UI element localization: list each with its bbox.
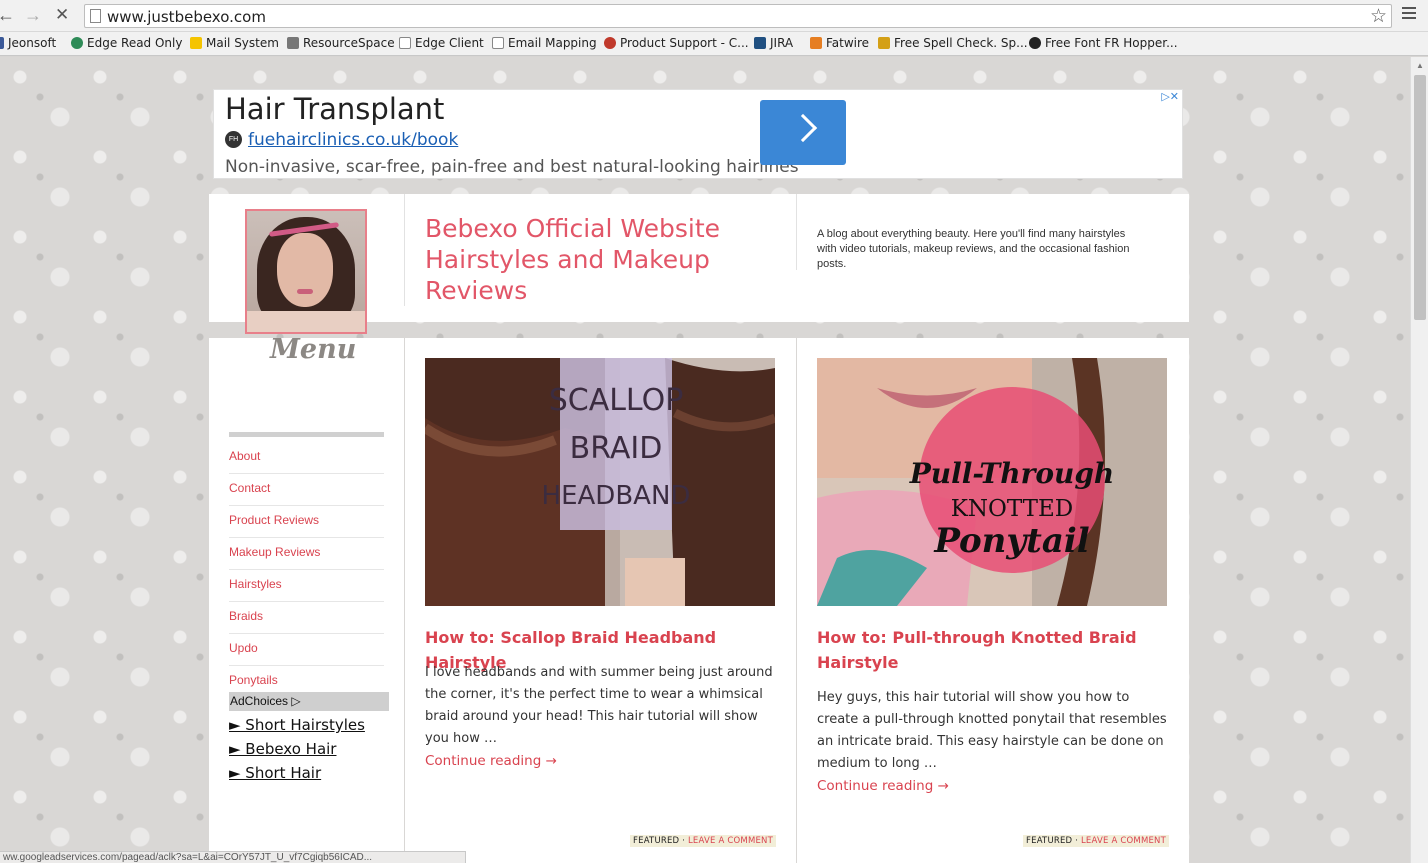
- ad-link-short-hair[interactable]: ► Short Hair: [229, 764, 321, 782]
- meta-separator: ·: [1072, 836, 1081, 846]
- status-bar: ww.googleadservices.com/pagead/aclk?sa=L…: [0, 851, 466, 863]
- post-excerpt: I love headbands and with summer being j…: [425, 665, 773, 746]
- ad-description: Non-invasive, scar-free, pain-free and b…: [225, 157, 799, 177]
- post-title[interactable]: How to: Pull-through Knotted Braid Hairs…: [817, 625, 1169, 675]
- post-thumbnail[interactable]: SCALLOP BRAID HEADBAND: [425, 358, 775, 606]
- bookmark-edge-read-only[interactable]: Edge Read Only: [71, 36, 182, 50]
- chevron-right-icon: [788, 113, 818, 143]
- sidebar-item-braids[interactable]: Braids: [229, 602, 384, 634]
- bookmark-icon: [0, 37, 4, 49]
- ad-title[interactable]: Hair Transplant: [225, 92, 444, 126]
- avatar-shoulder: [247, 311, 365, 332]
- leave-comment-link[interactable]: LEAVE A COMMENT: [688, 836, 773, 846]
- thumbnail-text-line: Pull-Through: [909, 457, 1115, 490]
- post-thumbnail[interactable]: Pull-Through KNOTTED Ponytail: [817, 358, 1167, 606]
- support-icon: [604, 37, 616, 49]
- bookmark-free-font[interactable]: Free Font FR Hopper...: [1029, 36, 1178, 50]
- post-meta: FEATURED · LEAVE A COMMENT: [1023, 835, 1169, 847]
- avatar[interactable]: [245, 209, 367, 334]
- sidebar-item-makeup-reviews[interactable]: Makeup Reviews: [229, 538, 384, 570]
- page-icon: [90, 9, 101, 23]
- continue-reading-link[interactable]: Continue reading →: [817, 778, 949, 794]
- ad-banner[interactable]: Hair Transplant FH fuehairclinics.co.uk/…: [213, 89, 1183, 179]
- bookmark-mail-system[interactable]: Mail System: [190, 36, 279, 50]
- sidebar-item-about[interactable]: About: [229, 442, 384, 474]
- bookmark-product-support[interactable]: Product Support - C...: [604, 36, 749, 50]
- fatwire-icon: [810, 37, 822, 49]
- featured-tag[interactable]: FEATURED: [633, 836, 679, 846]
- sidebar: About Contact Product Reviews Makeup Rev…: [209, 338, 404, 863]
- resource-icon: [287, 37, 299, 49]
- bookmark-star-icon[interactable]: ☆: [1370, 5, 1387, 28]
- bookmark-email-mapping[interactable]: Email Mapping: [492, 36, 597, 50]
- meta-separator: ·: [679, 836, 688, 846]
- ad-logo: FH: [225, 131, 242, 148]
- post-excerpt: Hey guys, this hair tutorial will show y…: [817, 690, 1167, 771]
- spell-check-icon: [878, 37, 890, 49]
- thumbnail-text-line: Ponytail: [933, 521, 1089, 561]
- bookmark-spell-check[interactable]: Free Spell Check. Sp...: [878, 36, 1028, 50]
- divider: [796, 194, 797, 270]
- address-bar[interactable]: www.justbebexo.com ☆: [84, 4, 1392, 28]
- thumbnail-text-line: SCALLOP: [549, 383, 684, 418]
- sidebar-item-hairstyles[interactable]: Hairstyles: [229, 570, 384, 602]
- page-scrollbar[interactable]: ▲: [1410, 57, 1428, 863]
- bookmark-jira[interactable]: JIRA: [754, 36, 793, 50]
- thumbnail-text-line: BRAID: [570, 431, 663, 466]
- globe-icon: [71, 37, 83, 49]
- mail-icon: [190, 37, 202, 49]
- forward-icon[interactable]: →: [24, 5, 42, 26]
- avatar-face: [277, 233, 333, 307]
- page-icon: [399, 37, 411, 49]
- sidebar-item-contact[interactable]: Contact: [229, 474, 384, 506]
- adchoices-label[interactable]: AdChoices ▷: [229, 692, 389, 711]
- site-title[interactable]: Bebexo Official Website Hairstyles and M…: [425, 213, 755, 306]
- back-icon[interactable]: ←: [0, 5, 15, 26]
- sidebar-divider: [229, 432, 384, 437]
- thumbnail-text-line: HEADBAND: [542, 481, 691, 511]
- avatar-lips: [297, 289, 313, 294]
- post-card: SCALLOP BRAID HEADBAND How to: Scallop B…: [405, 338, 796, 863]
- bookmark-resourcespace[interactable]: ResourceSpace: [287, 36, 395, 50]
- browser-menu-icon[interactable]: [1402, 7, 1416, 22]
- continue-reading-link[interactable]: Continue reading →: [425, 753, 557, 769]
- page-viewport: Hair Transplant FH fuehairclinics.co.uk/…: [0, 57, 1410, 863]
- scroll-up-icon[interactable]: ▲: [1416, 61, 1424, 70]
- sidebar-item-product-reviews[interactable]: Product Reviews: [229, 506, 384, 538]
- featured-tag[interactable]: FEATURED: [1026, 836, 1072, 846]
- sidebar-item-updo[interactable]: Updo: [229, 634, 384, 666]
- url-text[interactable]: www.justbebexo.com: [107, 8, 266, 26]
- font-icon: [1029, 37, 1041, 49]
- browser-toolbar: ← → ✕ www.justbebexo.com ☆: [0, 0, 1428, 32]
- divider: [404, 194, 405, 306]
- post-meta: FEATURED · LEAVE A COMMENT: [630, 835, 776, 847]
- post-card: Pull-Through KNOTTED Ponytail How to: Pu…: [797, 338, 1189, 863]
- scrollbar-thumb[interactable]: [1414, 75, 1426, 320]
- site-description: A blog about everything beauty. Here you…: [817, 228, 1130, 270]
- bookmark-edge-client[interactable]: Edge Client: [399, 36, 484, 50]
- ad-link-bebexo-hair[interactable]: ► Bebexo Hair: [229, 740, 336, 758]
- jira-icon: [754, 37, 766, 49]
- bookmark-jeonsoft[interactable]: Jeonsoft: [0, 36, 56, 50]
- ad-url-link[interactable]: fuehairclinics.co.uk/book: [248, 130, 458, 150]
- bookmarks-bar: Jeonsoft Edge Read Only Mail System Reso…: [0, 32, 1428, 56]
- leave-comment-link[interactable]: LEAVE A COMMENT: [1081, 836, 1166, 846]
- page-icon: [492, 37, 504, 49]
- menu-heading[interactable]: Menu: [270, 334, 356, 365]
- stop-icon[interactable]: ✕: [55, 5, 69, 25]
- ad-go-button[interactable]: [760, 100, 846, 165]
- ad-link-short-hairstyles[interactable]: ► Short Hairstyles: [229, 716, 365, 734]
- ad-choices-icon[interactable]: ▷✕: [1161, 90, 1179, 103]
- bookmark-fatwire[interactable]: Fatwire: [810, 36, 869, 50]
- thumbnail-text-line: KNOTTED: [951, 496, 1074, 522]
